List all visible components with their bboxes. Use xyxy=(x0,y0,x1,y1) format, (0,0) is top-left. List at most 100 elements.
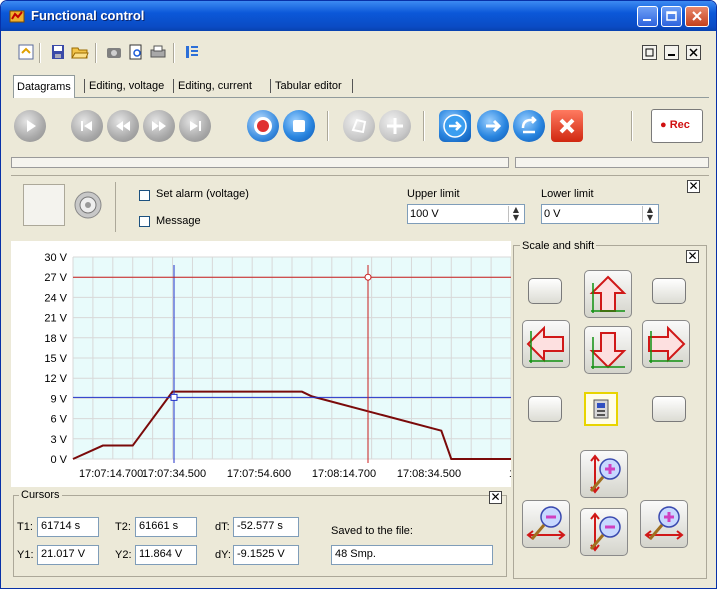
chip-icon xyxy=(593,399,609,419)
record-button[interactable] xyxy=(247,110,279,142)
zoom-out-vertical-button[interactable] xyxy=(580,508,628,556)
scale-preset-button[interactable] xyxy=(528,278,562,304)
minimize-icon xyxy=(643,19,651,21)
skip-end-button[interactable] xyxy=(179,110,211,142)
minimize-button[interactable] xyxy=(637,6,658,27)
mdi-minimize-button[interactable] xyxy=(664,45,679,60)
load-button[interactable] xyxy=(439,110,471,142)
close-scale-button[interactable]: ✕ xyxy=(686,250,699,263)
tab-datagrams[interactable]: Datagrams xyxy=(13,75,75,98)
zoom-in-horizontal-icon xyxy=(644,506,684,540)
open-icon[interactable] xyxy=(71,43,89,61)
preview-icon[interactable] xyxy=(127,43,145,61)
spinner-arrows[interactable]: ▲ ▼ xyxy=(642,206,657,222)
zoom-out-horizontal-button[interactable] xyxy=(522,500,570,548)
spinner-arrows[interactable]: ▲ ▼ xyxy=(508,206,523,222)
shift-left-button[interactable] xyxy=(522,320,570,368)
tab-tabular-editor[interactable]: Tabular editor xyxy=(272,77,345,96)
maximize-button[interactable] xyxy=(661,6,682,27)
arrow-right-icon xyxy=(648,325,686,363)
add-point-button[interactable] xyxy=(379,110,411,142)
new-icon[interactable] xyxy=(17,43,35,61)
zoom-out-horizontal-icon xyxy=(526,506,566,540)
camera-icon[interactable] xyxy=(105,43,123,61)
mdi-close-button[interactable] xyxy=(686,45,701,60)
save-icon[interactable] xyxy=(49,43,67,61)
dt-value: -52.577 s xyxy=(233,517,299,537)
zoom-in-vertical-button[interactable] xyxy=(580,450,628,498)
toolbar-separator xyxy=(39,43,41,63)
arrow-left-icon xyxy=(526,325,564,363)
set-alarm-checkbox[interactable] xyxy=(139,190,150,201)
toolbar-separator xyxy=(95,43,97,63)
skip-start-button[interactable] xyxy=(71,110,103,142)
config-icon[interactable] xyxy=(183,43,201,61)
close-cursors-button[interactable]: ✕ xyxy=(489,491,502,504)
app-window: Functional control Datagrams Editing, vo… xyxy=(0,0,717,589)
upper-limit-spinner[interactable]: 100 V ▲ ▼ xyxy=(407,204,525,224)
shift-down-button[interactable] xyxy=(584,326,632,374)
tab-editing-voltage[interactable]: Editing, voltage xyxy=(86,77,167,96)
scale-preset-button[interactable] xyxy=(652,396,686,422)
voltage-chart[interactable]: 30 V 27 V 24 V 21 V 18 V 15 V 12 V 9 V 6 V 3 V 0 V… xyxy=(11,241,519,487)
dy-label: dY: xyxy=(215,549,231,561)
scale-shift-title: Scale and shift xyxy=(520,240,597,252)
upper-limit-value: 100 V xyxy=(410,208,439,220)
lower-limit-value: 0 V xyxy=(544,208,561,220)
tab-divider xyxy=(173,79,174,93)
tab-divider xyxy=(270,79,271,93)
scale-preset-button[interactable] xyxy=(652,278,686,304)
delete-button[interactable] xyxy=(551,110,583,142)
t2-label: T2: xyxy=(115,521,131,533)
rec-button[interactable]: ● Rec xyxy=(651,109,703,143)
y-tick-label: 30 V xyxy=(44,252,67,264)
maximize-icon xyxy=(666,11,677,21)
y-tick-label: 6 V xyxy=(50,414,67,426)
stop-icon xyxy=(293,120,305,132)
shift-right-button[interactable] xyxy=(642,320,690,368)
restore-icon xyxy=(645,48,654,57)
dy-value: -9.1525 V xyxy=(233,545,299,565)
x-tick-label: 17:08:14.700 xyxy=(312,468,376,480)
y-tick-label: 3 V xyxy=(50,434,67,446)
tab-strip: Datagrams Editing, voltage Editing, curr… xyxy=(13,75,709,98)
upper-limit-label: Upper limit xyxy=(407,188,460,200)
zoom-in-horizontal-button[interactable] xyxy=(640,500,688,548)
tab-divider xyxy=(352,79,353,93)
set-alarm-label: Set alarm (voltage) xyxy=(156,188,249,200)
close-alarm-button[interactable]: ✕ xyxy=(687,180,700,193)
play-icon xyxy=(27,120,36,132)
cursor2-marker xyxy=(364,273,372,281)
fast-forward-button[interactable] xyxy=(143,110,175,142)
progress-slot-right xyxy=(515,157,709,168)
rewind-icon xyxy=(116,121,130,131)
y1-value: 21.017 V xyxy=(37,545,99,565)
tab-editing-current[interactable]: Editing, current xyxy=(175,77,255,96)
stop-button[interactable] xyxy=(283,110,315,142)
main-toolbar xyxy=(7,37,711,67)
rewind-button[interactable] xyxy=(107,110,139,142)
x-icon xyxy=(559,118,575,134)
shift-up-button[interactable] xyxy=(584,270,632,318)
lower-limit-spinner[interactable]: 0 V ▲ ▼ xyxy=(541,204,659,224)
forward-button[interactable] xyxy=(477,110,509,142)
play-button[interactable] xyxy=(14,110,46,142)
saved-label: Saved to the file: xyxy=(331,525,413,537)
marker-button[interactable] xyxy=(343,110,375,142)
toolbar-separator xyxy=(423,111,425,141)
auto-scale-button[interactable] xyxy=(584,392,618,426)
x-tick-label: 1( xyxy=(509,468,511,480)
print-icon[interactable] xyxy=(149,43,167,61)
y-tick-label: 0 V xyxy=(50,454,67,466)
toolbar-separator xyxy=(631,111,633,141)
t1-label: T1: xyxy=(17,521,33,533)
x-tick-label: 17:08:34.500 xyxy=(397,468,461,480)
skip-start-icon xyxy=(81,121,92,131)
speaker-icon[interactable] xyxy=(73,190,103,220)
loop-button[interactable] xyxy=(513,110,545,142)
message-checkbox[interactable] xyxy=(139,216,150,227)
close-button[interactable] xyxy=(685,6,709,27)
title-bar[interactable]: Functional control xyxy=(1,1,716,31)
scale-preset-button[interactable] xyxy=(528,396,562,422)
mdi-restore-button[interactable] xyxy=(642,45,657,60)
